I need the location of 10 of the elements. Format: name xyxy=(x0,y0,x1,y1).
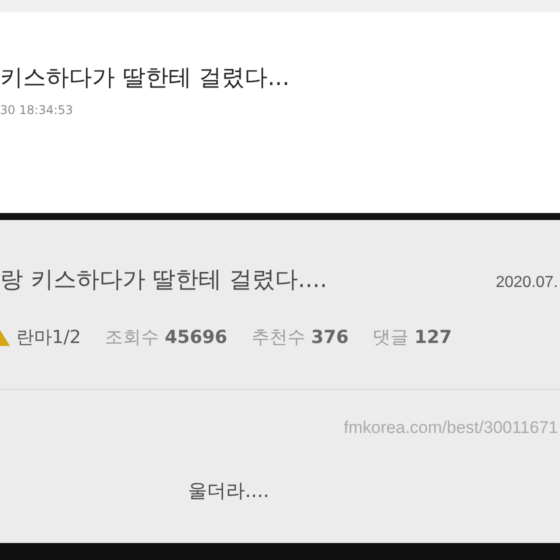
post-body: 울더라.... xyxy=(188,479,270,504)
post-title: 랑 키스하다가 딸한테 걸렸다.... xyxy=(0,266,328,295)
post-stat: 댓글 127 xyxy=(372,326,452,349)
post-date: 2020.07. xyxy=(496,274,558,292)
post-title: 키스하다가 딸한테 걸렸다... xyxy=(0,64,291,93)
source-link[interactable]: fmkorea.com/best/30011671 xyxy=(344,418,558,438)
post-timestamp: 30 18:34:53 xyxy=(0,103,74,117)
post-stat: 조회수 45696 xyxy=(104,326,228,349)
post-stat: 추천수 376 xyxy=(251,326,349,349)
author-name: 란마1/2 xyxy=(16,326,81,349)
